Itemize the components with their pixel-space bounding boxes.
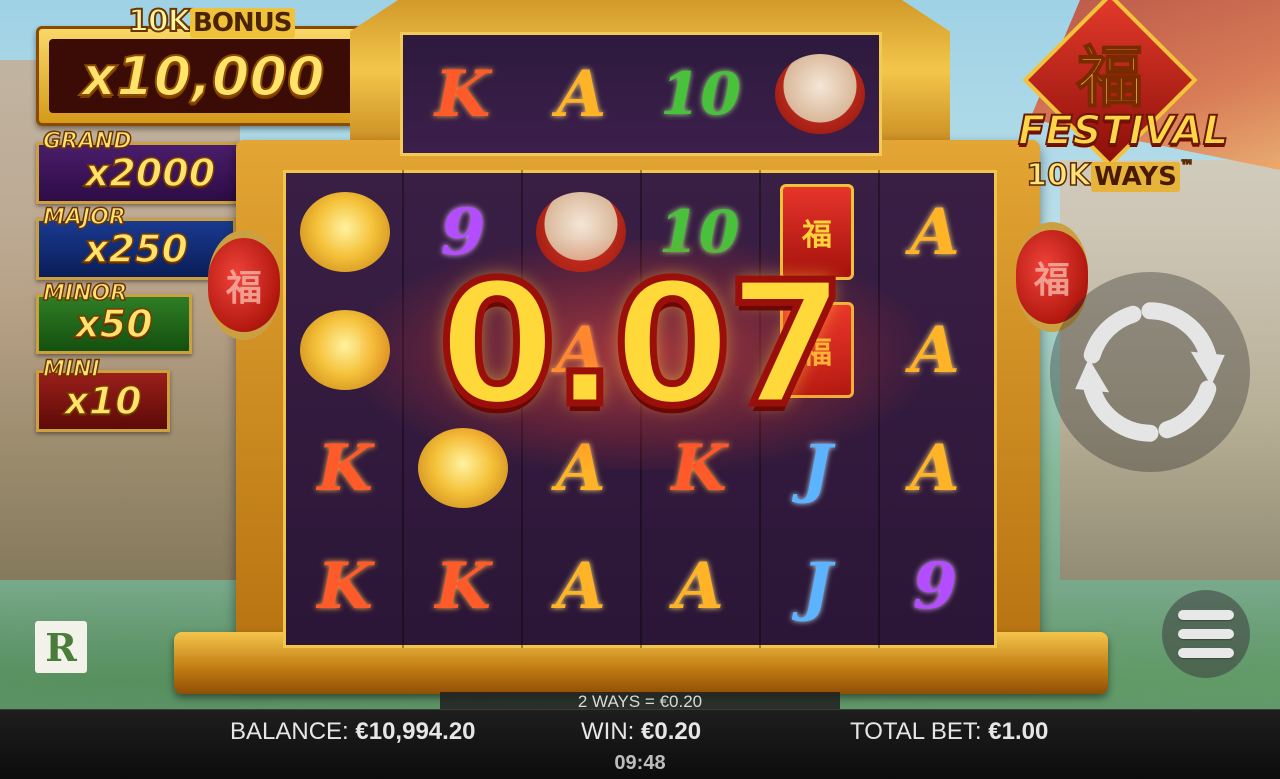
- jackpot-major: MAJOR x250: [36, 204, 236, 280]
- logo-ways: 10K WAYS ™: [1018, 157, 1202, 194]
- jackpot-bonus-label-prefix: 10K: [127, 3, 192, 40]
- reel-symbol-a: A: [556, 56, 607, 132]
- jackpot-bonus-label: 10K BONUS: [127, 3, 295, 40]
- logo-title: FESTIVAL: [1017, 107, 1229, 155]
- hamburger-menu-icon: [1178, 648, 1234, 658]
- jackpot-bonus: x10,000: [36, 26, 370, 126]
- logo-glyph: 福: [1076, 37, 1144, 117]
- total-bet-value: €1.00: [988, 718, 1049, 745]
- spin-button[interactable]: [1050, 272, 1250, 472]
- reel-symbol-a: A: [556, 548, 606, 624]
- jackpot-minor-value: x50: [75, 301, 154, 347]
- menu-button[interactable]: [1162, 590, 1250, 678]
- ways-info: 2 WAYS = €0.20: [440, 692, 840, 709]
- jackpot-bonus-value: x10,000: [80, 44, 325, 109]
- logo-ways-suffix: ™: [1179, 157, 1195, 175]
- hamburger-menu-icon: [1178, 610, 1234, 620]
- reel-symbol-j: J: [801, 548, 833, 624]
- lantern-left: 福: [208, 230, 280, 340]
- total-bet-label: TOTAL BET:: [850, 718, 982, 745]
- balance-value: €10,994.20: [355, 718, 476, 745]
- reel-symbol-10: 10: [660, 60, 741, 128]
- reel-symbol-k: K: [435, 548, 491, 624]
- jackpot-mini: MINI x10: [36, 356, 170, 432]
- jackpot-major-label: MAJOR: [42, 204, 126, 231]
- provider-logo[interactable]: R: [35, 621, 87, 673]
- win-label: WIN:: [581, 718, 635, 745]
- clock: 09:48: [614, 752, 666, 774]
- jackpot-bonus-label-box: BONUS: [190, 8, 295, 38]
- jackpot-mini-value: x10: [64, 378, 143, 424]
- refresh-arrows-icon: [1075, 302, 1225, 442]
- reel-symbol-a: A: [674, 548, 724, 624]
- lantern-glyph: 福: [225, 267, 262, 309]
- game-logo: 福 FESTIVAL 10K WAYS ™: [1017, 0, 1229, 195]
- total-bet-display[interactable]: TOTAL BET: €1.00: [850, 718, 1048, 746]
- jackpot-grand-label: GRAND: [42, 128, 132, 155]
- jackpot-minor: MINOR x50: [36, 280, 192, 354]
- reel-symbol-drum: [760, 35, 879, 153]
- reel-symbol-k: K: [434, 56, 491, 132]
- reel-symbol-9: 9: [912, 548, 958, 624]
- jackpot-grand: GRAND x2000: [36, 128, 264, 204]
- jackpot-minor-label: MINOR: [42, 280, 128, 307]
- balance-label: BALANCE:: [230, 718, 349, 745]
- win-amount-overlay: 0.07: [435, 243, 849, 448]
- status-bar: BALANCE: €10,994.20 WIN: €0.20 TOTAL BET…: [0, 709, 1280, 779]
- reel-symbol-k: K: [317, 548, 373, 624]
- jackpot-grand-value: x2000: [84, 150, 216, 196]
- win-value: €0.20: [641, 718, 702, 745]
- balance-display: BALANCE: €10,994.20: [230, 718, 476, 746]
- jackpot-mini-label: MINI: [42, 356, 100, 383]
- win-display: WIN: €0.20: [581, 718, 701, 746]
- top-reel: K A 10: [400, 32, 882, 156]
- logo-ways-prefix: 10K: [1025, 157, 1092, 194]
- hamburger-menu-icon: [1178, 629, 1234, 639]
- drum-icon: [774, 54, 865, 134]
- jackpot-major-value: x250: [83, 226, 188, 272]
- jackpot-bonus-inner: x10,000: [49, 39, 357, 113]
- logo-ways-box: WAYS: [1091, 162, 1180, 192]
